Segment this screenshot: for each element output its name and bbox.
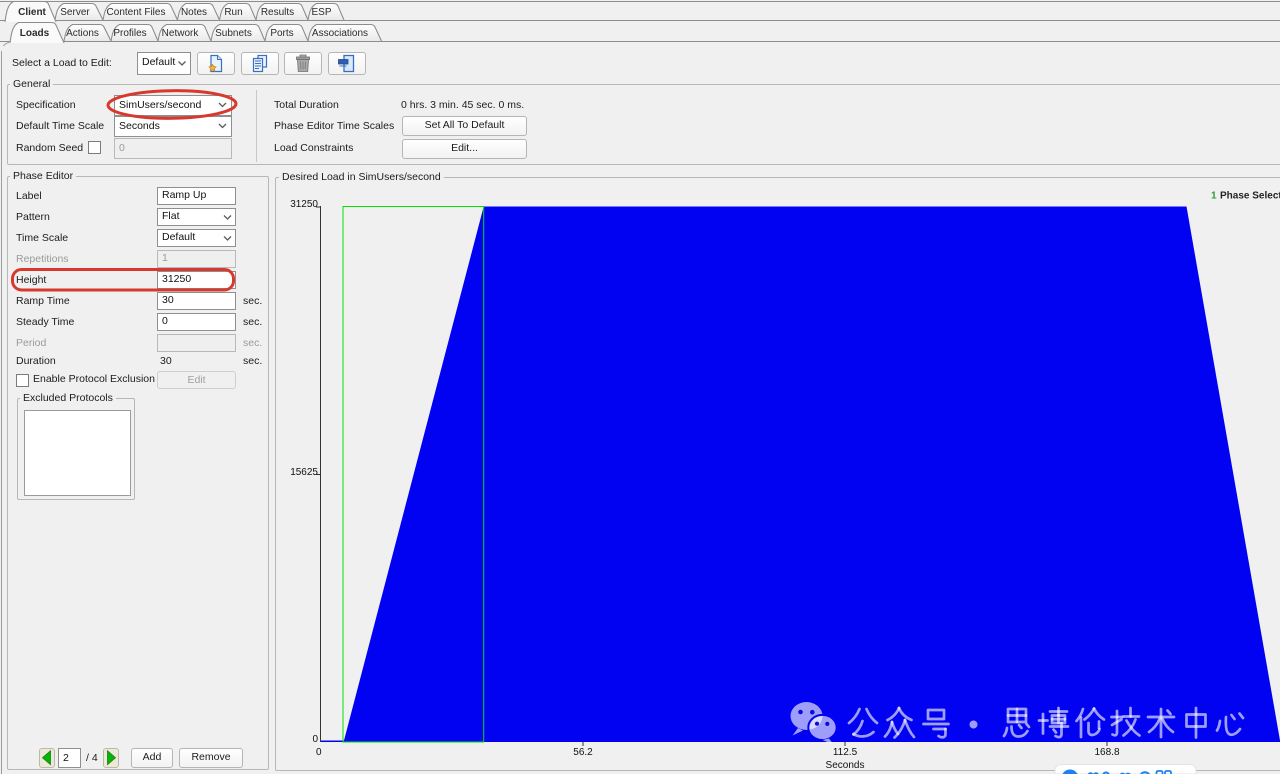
svg-text:0: 0	[316, 747, 322, 758]
svg-text:112.5: 112.5	[833, 747, 858, 758]
svg-text:Seconds: Seconds	[826, 760, 865, 771]
svg-text:56.2: 56.2	[573, 747, 593, 758]
svg-text:168.8: 168.8	[1094, 747, 1119, 758]
svg-text:1: 1	[1211, 191, 1217, 202]
svg-text:Phase Selected: Phase Selected	[1220, 191, 1280, 202]
svg-text:0: 0	[312, 734, 318, 745]
svg-text:15625: 15625	[290, 467, 318, 478]
svg-text:31250: 31250	[290, 199, 318, 210]
